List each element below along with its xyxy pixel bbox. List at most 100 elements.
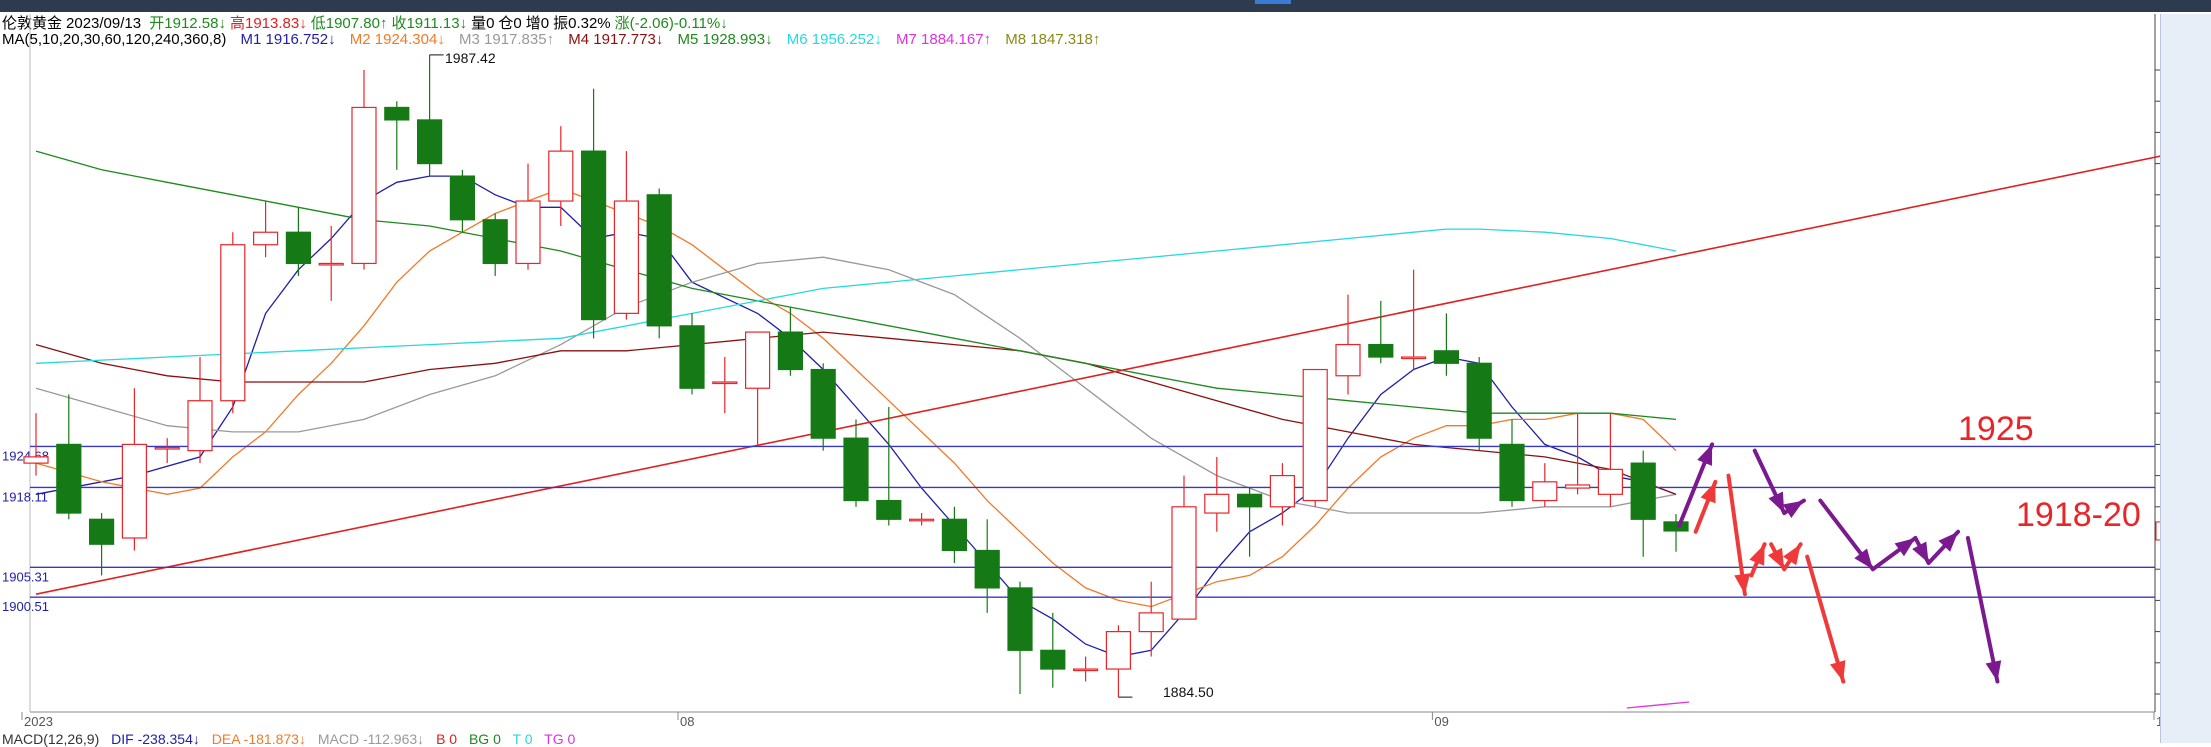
candle-body bbox=[1630, 462, 1656, 520]
candle-12 bbox=[417, 54, 443, 177]
candle-50 bbox=[1663, 514, 1689, 552]
arrow-head bbox=[1894, 538, 1916, 557]
candle-body bbox=[384, 106, 410, 121]
candle-3 bbox=[121, 388, 148, 551]
candle-body bbox=[810, 368, 836, 439]
candle-48 bbox=[1597, 413, 1624, 507]
candle-20 bbox=[679, 313, 705, 395]
candle-34 bbox=[1138, 581, 1164, 657]
candle-16 bbox=[548, 126, 574, 226]
candle-body bbox=[876, 499, 902, 520]
candle-body bbox=[1040, 649, 1066, 670]
macd-legend-line: MACD(12,26,9) DIF -238.354↓ DEA -181.873… bbox=[2, 731, 583, 747]
candle-body bbox=[1532, 481, 1558, 502]
right-side-panel bbox=[2160, 14, 2211, 743]
candle-42 bbox=[1400, 269, 1427, 370]
candle-body bbox=[679, 325, 705, 389]
candle-body bbox=[580, 150, 607, 321]
candle-body bbox=[449, 175, 475, 221]
candle-44 bbox=[1466, 357, 1492, 451]
purple-arrow-0 bbox=[1677, 442, 1715, 528]
candle-7 bbox=[253, 201, 279, 258]
candle-body bbox=[646, 194, 672, 327]
candle-body bbox=[515, 200, 541, 265]
ma-line-M7 bbox=[1626, 701, 1690, 709]
x-tick-label-2023: 2023 bbox=[24, 714, 53, 729]
candle-body bbox=[253, 231, 279, 246]
candle-body bbox=[1433, 350, 1460, 364]
candle-2 bbox=[88, 513, 115, 576]
arrow-head bbox=[1782, 500, 1804, 518]
arrow-shaft bbox=[1965, 536, 2000, 684]
macd-legend-tg: TG 0 bbox=[544, 731, 576, 747]
candle-38 bbox=[1269, 463, 1296, 526]
level-label-1905.31: 1905.31 bbox=[2, 569, 49, 584]
candle-10 bbox=[351, 70, 377, 270]
macd-legend-dif: DIF -238.354↓ bbox=[111, 731, 200, 747]
low-marker-label: 1884.50 bbox=[1163, 684, 1214, 700]
candle-body bbox=[1105, 630, 1132, 670]
candle-27 bbox=[908, 513, 935, 526]
horizontal-level-layer: 1924.681918.111905.311900.51 bbox=[2, 445, 2155, 614]
macd-legend-bg: BG 0 bbox=[468, 731, 501, 747]
candle-body bbox=[187, 400, 213, 452]
candle-5 bbox=[187, 357, 213, 464]
candle-body bbox=[1663, 521, 1689, 532]
purple-arrow-1 bbox=[1752, 448, 1787, 516]
macd-legend-dea: DEA -181.873↓ bbox=[211, 731, 306, 747]
purple-arrow-5 bbox=[1912, 536, 1931, 565]
red-arrow-1 bbox=[1726, 473, 1751, 597]
x-tick-label-09: 09 bbox=[1434, 714, 1448, 729]
candle-21 bbox=[712, 357, 738, 414]
arrow-head bbox=[1700, 481, 1716, 504]
candle-15 bbox=[515, 163, 541, 270]
candle-36 bbox=[1204, 456, 1230, 532]
label-1925: 1925 bbox=[1958, 410, 2034, 448]
candle-0 bbox=[23, 413, 49, 476]
candle-41 bbox=[1368, 300, 1394, 364]
candle-body bbox=[974, 549, 1000, 589]
candlestick-chart[interactable]: 2023080910 1924.681918.111905.311900.51 … bbox=[0, 0, 2211, 743]
candle-body bbox=[285, 231, 311, 265]
candle-body bbox=[777, 331, 804, 371]
candle-49 bbox=[1630, 450, 1656, 557]
candle-body bbox=[1466, 362, 1492, 439]
candle-4 bbox=[154, 438, 180, 464]
candle-9 bbox=[318, 226, 344, 301]
arrow-head bbox=[1783, 544, 1801, 566]
candle-body bbox=[1007, 587, 1033, 651]
candle-body bbox=[613, 200, 640, 314]
candle-body bbox=[908, 518, 935, 522]
candle-43 bbox=[1433, 313, 1460, 376]
candle-39 bbox=[1302, 368, 1328, 507]
candle-37 bbox=[1236, 488, 1263, 557]
arrow-head bbox=[1697, 444, 1713, 466]
arrow-head bbox=[1830, 660, 1846, 682]
purple-arrow-7 bbox=[1965, 536, 2002, 684]
candle-body bbox=[1171, 506, 1197, 620]
candle-1 bbox=[56, 394, 82, 520]
candle-6 bbox=[220, 232, 246, 414]
purple-arrow-2 bbox=[1782, 498, 1806, 518]
ma-line-M1 bbox=[35, 175, 1677, 658]
candle-33 bbox=[1105, 625, 1132, 698]
candle-body bbox=[23, 456, 49, 464]
candle-body bbox=[712, 381, 738, 385]
candle-body bbox=[1368, 343, 1394, 358]
candle-layer bbox=[23, 54, 1689, 698]
red-arrow-4 bbox=[1782, 542, 1803, 572]
candle-body bbox=[1597, 468, 1624, 495]
arrow-head bbox=[1912, 541, 1929, 563]
ma-line-M6 bbox=[35, 228, 1677, 364]
candle-23 bbox=[777, 307, 804, 376]
candle-40 bbox=[1335, 294, 1361, 395]
candle-13 bbox=[449, 169, 475, 233]
candle-26 bbox=[876, 406, 902, 526]
candle-body bbox=[1204, 493, 1230, 514]
candle-body bbox=[1236, 493, 1263, 508]
red-arrow-5 bbox=[1805, 554, 1846, 684]
level-label-1900.51: 1900.51 bbox=[2, 599, 49, 614]
label-1918-20: 1918-20 bbox=[2016, 496, 2141, 534]
candle-body bbox=[941, 518, 968, 552]
candle-32 bbox=[1072, 656, 1099, 682]
